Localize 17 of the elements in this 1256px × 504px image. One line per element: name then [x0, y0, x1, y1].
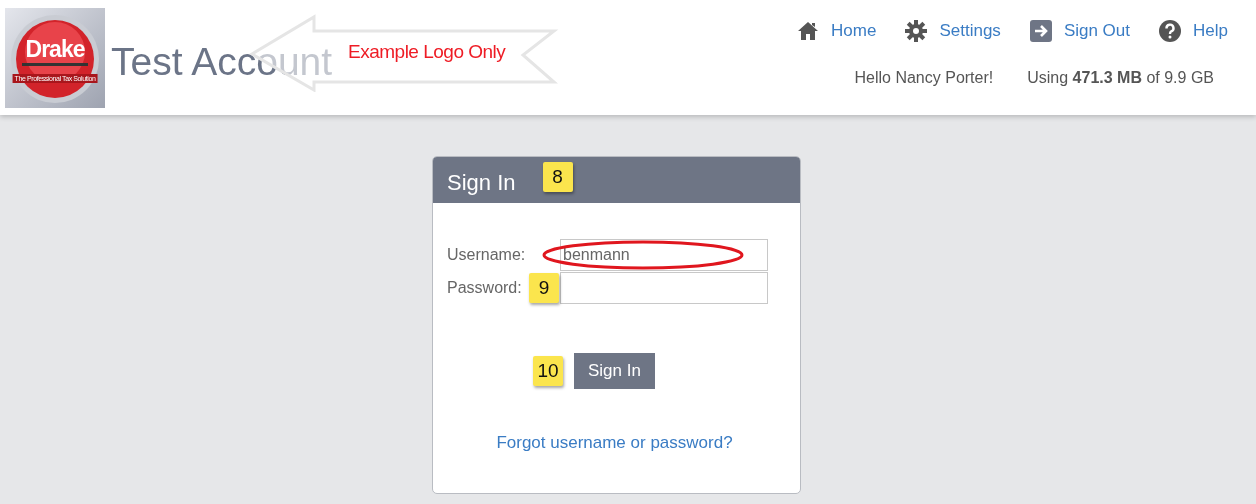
nav-link[interactable]: Sign Out [1029, 20, 1131, 42]
callout-text: Example Logo Only [348, 41, 506, 63]
field-label: Password: [447, 278, 522, 297]
step-badge: 10 [533, 356, 563, 386]
nav-link[interactable]: Settings [905, 20, 1001, 42]
card-title: Sign In [447, 170, 516, 196]
sign-in-button[interactable]: Sign In [574, 353, 655, 389]
nav-link[interactable]: Home [797, 20, 877, 42]
greeting-text: Hello Nancy Porter! [854, 69, 994, 87]
step-badge: 8 [542, 162, 573, 192]
step-badge: 9 [529, 273, 559, 303]
storage-usage: Using 471.3 MB of 9.9 GB [1027, 69, 1214, 87]
logo-name: Drake [25, 36, 85, 63]
forgot-link[interactable]: Forgot username or password? [447, 433, 768, 453]
account-title: Test Account [111, 39, 333, 84]
field-label: Username: [447, 245, 526, 264]
nav-link[interactable]: Help [1159, 20, 1228, 42]
